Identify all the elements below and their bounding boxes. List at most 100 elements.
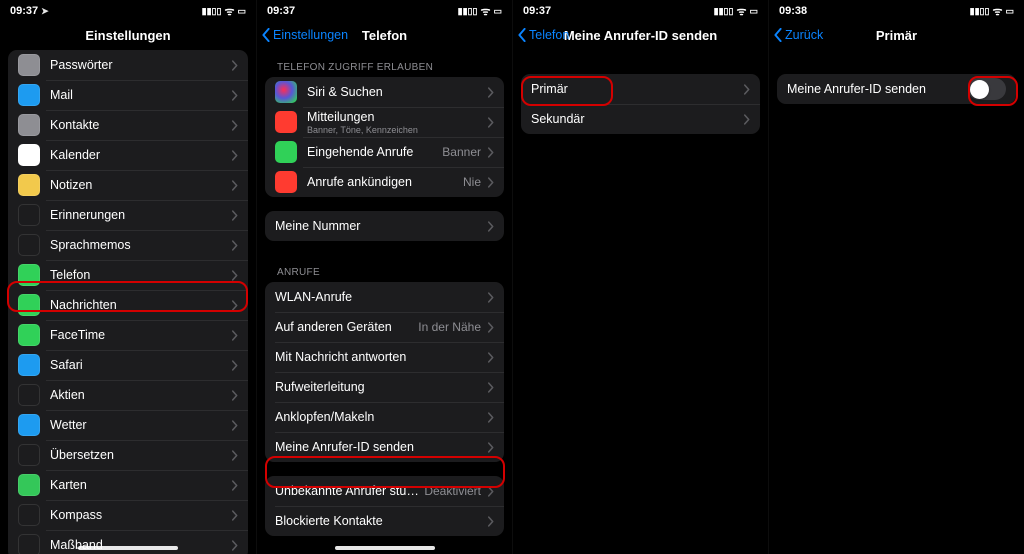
back-label: Zurück (785, 28, 823, 42)
row-icon (275, 111, 297, 133)
app-icon (18, 84, 40, 106)
nav-bar: Telefon Meine Anrufer-ID senden (513, 20, 768, 50)
chevron-right-icon (231, 510, 238, 521)
row-meine-nummer[interactable]: Meine Nummer (265, 211, 504, 241)
toggle-knob (970, 80, 989, 99)
chevron-right-icon (231, 300, 238, 311)
row-siri-suchen[interactable]: Siri & Suchen (265, 77, 504, 107)
chevron-right-icon (231, 480, 238, 491)
settings-row-facetime[interactable]: FaceTime (8, 320, 248, 350)
chevron-right-icon (487, 177, 494, 188)
settings-row-aktien[interactable]: Aktien (8, 380, 248, 410)
row-eingehende-anrufe[interactable]: Eingehende AnrufeBanner (265, 137, 504, 167)
status-time: 09:37 (523, 5, 551, 17)
back-label: Telefon (529, 28, 569, 42)
nav-bar: Einstellungen Telefon (257, 20, 512, 50)
settings-row-maßband[interactable]: Maßband (8, 530, 248, 554)
back-button[interactable]: Zurück (773, 28, 823, 42)
status-time: 09:38 (779, 5, 807, 17)
chevron-right-icon (487, 117, 494, 128)
group-blocking: Unbekannte Anrufer stummDeaktiviert Block… (265, 476, 504, 536)
app-icon (18, 114, 40, 136)
battery-icon: ▭ (1005, 6, 1014, 17)
row-meine-anrufer-id-senden[interactable]: Meine Anrufer-ID senden (265, 432, 504, 462)
settings-row-übersetzen[interactable]: Übersetzen (8, 440, 248, 470)
row-label: Meine Anrufer-ID senden (787, 82, 968, 96)
row-unbekannte-anrufer-stumm[interactable]: Unbekannte Anrufer stummDeaktiviert (265, 476, 504, 506)
row-label: Nachrichten (50, 298, 225, 312)
row-mit-nachricht-antworten[interactable]: Mit Nachricht antworten (265, 342, 504, 372)
row-value: Banner (442, 145, 481, 159)
row-label: Kalender (50, 148, 225, 162)
row-icon (275, 171, 297, 193)
row-rufweiterleitung[interactable]: Rufweiterleitung (265, 372, 504, 402)
row-label: Sekundär (531, 112, 737, 126)
settings-row-kalender[interactable]: Kalender (8, 140, 248, 170)
chevron-right-icon (487, 442, 494, 453)
chevron-right-icon (487, 382, 494, 393)
chevron-right-icon (487, 352, 494, 363)
chevron-right-icon (743, 84, 750, 95)
row-label: Blockierte Kontakte (275, 514, 481, 528)
settings-row-telefon[interactable]: Telefon (8, 260, 248, 290)
dual-signal-icon: ▮▮▯▯ (714, 6, 734, 17)
row-auf-anderen-ger-ten[interactable]: Auf anderen GerätenIn der Nähe (265, 312, 504, 342)
row-icon (275, 81, 297, 103)
row-label: WLAN-Anrufe (275, 290, 481, 304)
row-label: Unbekannte Anrufer stumm (275, 484, 420, 498)
wifi-icon: ᯤ (224, 4, 234, 19)
home-indicator[interactable] (78, 546, 178, 550)
settings-row-kompass[interactable]: Kompass (8, 500, 248, 530)
row-mitteilungen[interactable]: MitteilungenBanner, Töne, Kennzeichen (265, 107, 504, 137)
row-label: Anrufe ankündigen (307, 175, 459, 189)
row-anrufe-ank-ndigen[interactable]: Anrufe ankündigen Nie (265, 167, 504, 197)
row-label: Aktien (50, 388, 225, 402)
settings-row-kontakte[interactable]: Kontakte (8, 110, 248, 140)
nav-bar: Zurück Primär (769, 20, 1024, 50)
settings-row-safari[interactable]: Safari (8, 350, 248, 380)
settings-row-karten[interactable]: Karten (8, 470, 248, 500)
row-prim-r[interactable]: Primär (521, 74, 760, 104)
settings-row-notizen[interactable]: Notizen (8, 170, 248, 200)
settings-row-nachrichten[interactable]: Nachrichten (8, 290, 248, 320)
settings-row-erinnerungen[interactable]: Erinnerungen (8, 200, 248, 230)
row-labelwrap: MitteilungenBanner, Töne, Kennzeichen (307, 110, 481, 135)
chevron-right-icon (743, 114, 750, 125)
app-icon (18, 384, 40, 406)
row-anklopfen-makeln[interactable]: Anklopfen/Makeln (265, 402, 504, 432)
toggle-send-callerid[interactable] (968, 78, 1006, 100)
back-button[interactable]: Telefon (517, 28, 569, 42)
status-time: 09:37 (267, 5, 295, 17)
row-value: Nie (463, 175, 481, 189)
row-send-callerid[interactable]: Meine Anrufer-ID senden (777, 74, 1016, 104)
group-calls: WLAN-Anrufe Auf anderen GerätenIn der Näh… (265, 282, 504, 462)
settings-row-mail[interactable]: Mail (8, 80, 248, 110)
page-title: Telefon (362, 28, 407, 43)
status-right: ▮▮▯▯ ᯤ ▭ (202, 4, 246, 19)
row-sekund-r[interactable]: Sekundär (521, 104, 760, 134)
settings-row-passwörter[interactable]: Passwörter (8, 50, 248, 80)
row-blockierte-kontakte[interactable]: Blockierte Kontakte (265, 506, 504, 536)
home-indicator[interactable] (335, 546, 435, 550)
page-title: Primär (876, 28, 917, 43)
back-button[interactable]: Einstellungen (261, 28, 348, 42)
screen-settings: 09:37 ➤ ▮▮▯▯ ᯤ ▭ Einstellungen Passwörte… (0, 0, 256, 554)
status-right: ▮▮▯▯ ᯤ ▭ (458, 4, 502, 19)
screen-callerid: 09:37 ▮▮▯▯ ᯤ ▭ Telefon Meine Anrufer-ID … (512, 0, 768, 554)
settings-row-wetter[interactable]: Wetter (8, 410, 248, 440)
app-icon (18, 294, 40, 316)
settings-row-sprachmemos[interactable]: Sprachmemos (8, 230, 248, 260)
row-wlan-anrufe[interactable]: WLAN-Anrufe (265, 282, 504, 312)
chevron-right-icon (487, 516, 494, 527)
chevron-right-icon (231, 180, 238, 191)
chevron-right-icon (231, 390, 238, 401)
wifi-icon: ᯤ (992, 4, 1002, 19)
battery-icon: ▭ (493, 6, 502, 17)
app-icon (18, 324, 40, 346)
app-icon (18, 354, 40, 376)
section-header-access: TELEFON ZUGRIFF ERLAUBEN (265, 50, 504, 77)
row-label: Mail (50, 88, 225, 102)
app-icon (18, 54, 40, 76)
app-icon (18, 204, 40, 226)
row-sublabel: Banner, Töne, Kennzeichen (307, 125, 481, 135)
